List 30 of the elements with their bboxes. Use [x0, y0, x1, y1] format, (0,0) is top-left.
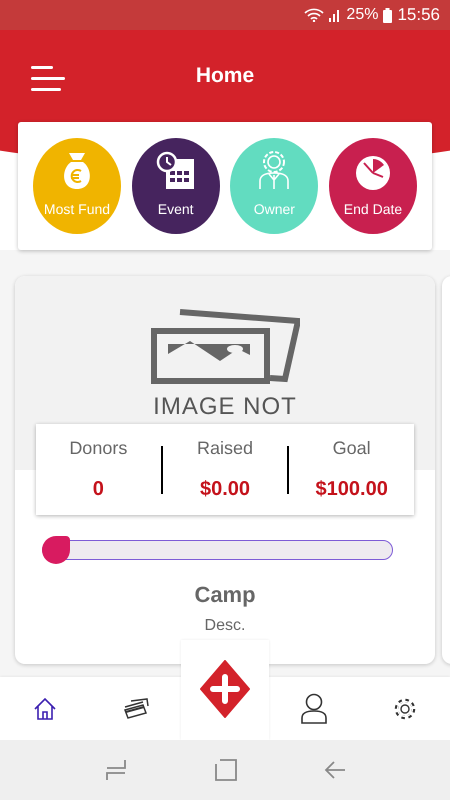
battery-percent: 25% [346, 5, 378, 25]
photo-icon [150, 309, 300, 385]
signal-icon [329, 8, 342, 22]
category-button[interactable]: Event [132, 138, 220, 234]
stat-label: Goal [332, 437, 371, 460]
menu-icon[interactable] [31, 66, 65, 92]
placeholder-text: IMAGE NOT [153, 392, 297, 422]
campaign-description: Desc. [204, 617, 246, 635]
home-icon [33, 696, 58, 720]
recent-apps-icon[interactable] [104, 758, 128, 782]
battery-icon [383, 8, 392, 22]
stat-value: $100.00 [316, 477, 388, 502]
calendar-clock-icon [156, 151, 196, 191]
back-icon[interactable] [324, 759, 346, 781]
stat-value: $0.00 [200, 477, 250, 502]
stat-label: Donors [69, 437, 128, 460]
home-button-icon[interactable] [214, 759, 237, 781]
cards-icon [122, 698, 149, 720]
settings-icon [392, 696, 417, 720]
add-button[interactable] [181, 640, 269, 740]
stat-label: Raised [196, 437, 254, 460]
clock-time: 15:56 [397, 4, 440, 26]
stat-value: 0 [92, 477, 104, 502]
campaign-title: Camp [194, 581, 256, 609]
profile-icon [301, 692, 328, 724]
wifi-icon [304, 8, 324, 22]
pie-clock-icon [354, 155, 391, 191]
category-button[interactable]: End Date [328, 138, 417, 234]
add-icon [200, 660, 250, 718]
page-title: Home [196, 63, 254, 90]
